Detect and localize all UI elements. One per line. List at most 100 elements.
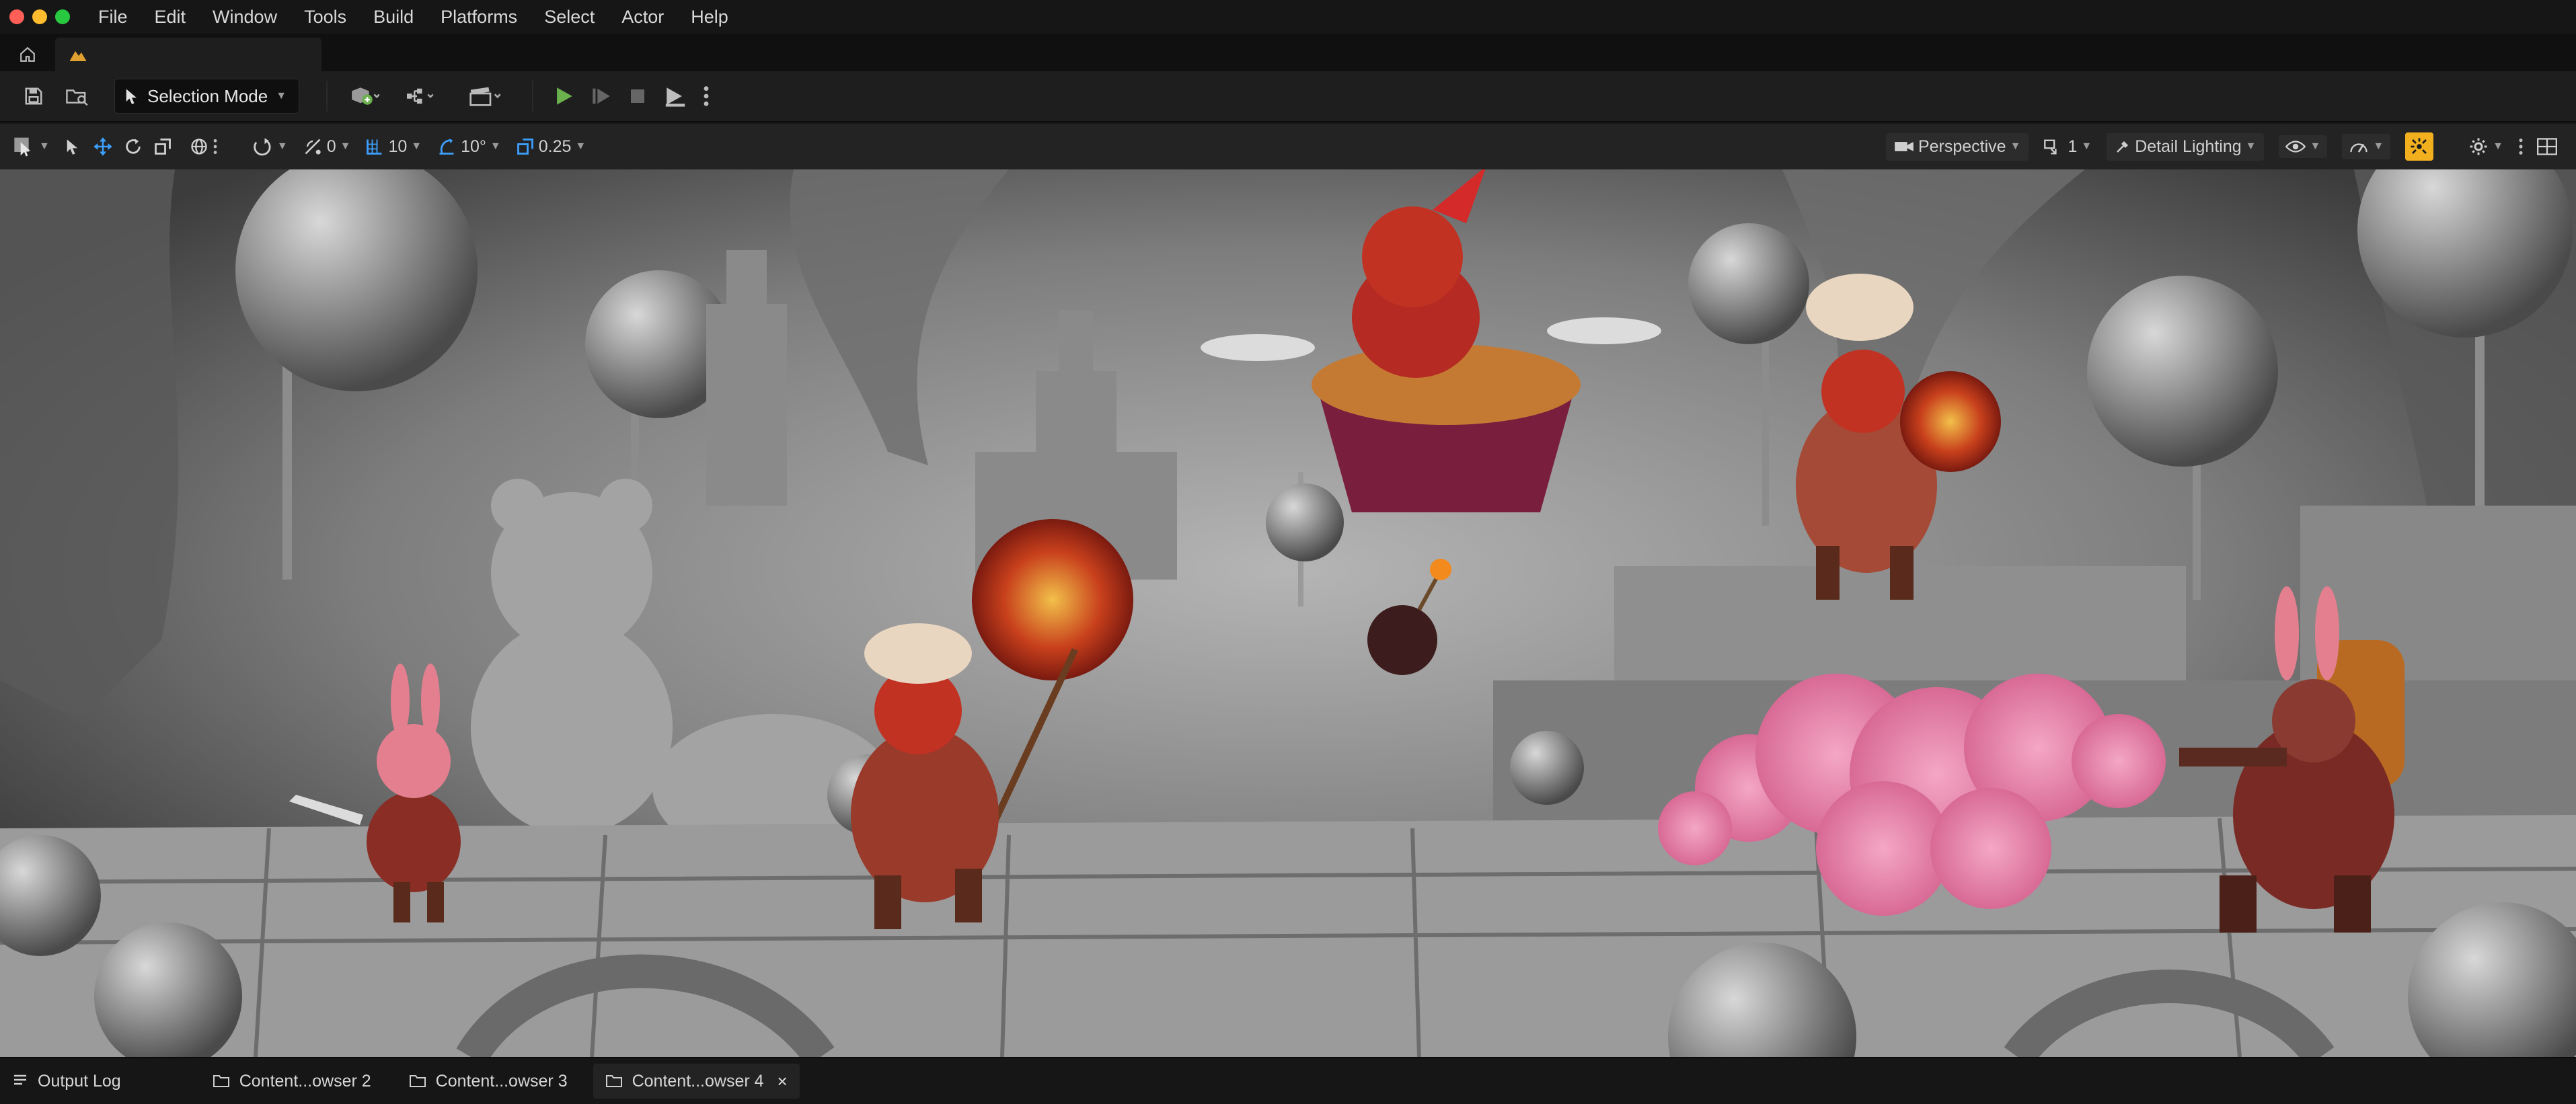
translate-icon[interactable] (93, 136, 113, 157)
menu-select[interactable]: Select (540, 4, 599, 30)
camera-speed-dropdown[interactable]: 1 ▼ (2043, 137, 2092, 157)
viewport-options-button[interactable]: ▼ (13, 136, 50, 157)
zoom-window-button[interactable] (55, 9, 70, 24)
save-button[interactable] (12, 79, 55, 114)
scale-snap-icon (517, 139, 533, 155)
advance-frame-icon[interactable] (590, 85, 613, 108)
blueprints-button[interactable] (395, 79, 446, 114)
content-browser-3-label: Content...owser 3 (435, 1071, 568, 1091)
viewport-layout-icon[interactable] (2537, 138, 2557, 155)
realtime-toggle[interactable] (2405, 132, 2434, 161)
menu-window[interactable]: Window (209, 4, 281, 30)
output-log-tab[interactable]: Output Log (0, 1064, 133, 1099)
lighting-icon (2117, 141, 2129, 153)
content-browser-2-label: Content...owser 2 (239, 1071, 371, 1091)
output-log-icon (14, 1074, 26, 1085)
folder-icon (605, 1075, 622, 1087)
perspective-dropdown[interactable]: Perspective ▼ (1885, 132, 2029, 161)
chevron-down-icon: ▼ (2081, 141, 2092, 152)
clapperboard-icon (469, 87, 501, 106)
scale-snap-button[interactable]: 0.25 ▼ (516, 137, 586, 157)
document-tab-row (0, 34, 2576, 71)
selection-mode-dropdown[interactable]: Selection Mode ▼ (114, 79, 300, 114)
menu-platforms[interactable]: Platforms (437, 4, 521, 30)
select-tool-icon (14, 137, 31, 157)
rotate-icon[interactable] (124, 137, 143, 156)
perspective-label: Perspective (1918, 136, 2006, 156)
chevron-down-icon: ▼ (575, 141, 586, 152)
chevron-down-icon: ▼ (2493, 141, 2503, 152)
window-controls (9, 9, 70, 24)
select-arrow-icon[interactable] (65, 138, 81, 155)
chevron-down-icon: ▼ (39, 141, 50, 152)
level-viewport[interactable] (0, 169, 2576, 1057)
minimize-window-button[interactable] (32, 9, 47, 24)
home-tab[interactable] (0, 38, 55, 71)
angle-snap-icon (439, 139, 454, 155)
stop-icon[interactable] (628, 86, 648, 106)
menu-edit[interactable]: Edit (151, 4, 190, 30)
level-icon (70, 51, 86, 61)
scene-render (0, 169, 2576, 1057)
more-options-icon (213, 139, 217, 155)
view-mode-label: Detail Lighting (2135, 136, 2242, 156)
menu-tools[interactable]: Tools (300, 4, 350, 30)
cinematics-button[interactable] (458, 79, 512, 114)
close-window-button[interactable] (9, 9, 24, 24)
add-actor-button[interactable] (338, 79, 389, 114)
menu-build[interactable]: Build (369, 4, 418, 30)
scale-snap-value: 0.25 (538, 136, 572, 156)
settings-dropdown[interactable]: ▼ (2468, 136, 2503, 157)
level-tab[interactable] (55, 38, 321, 71)
chevron-down-icon: ▼ (411, 141, 422, 152)
home-icon (20, 46, 35, 62)
view-mode-dropdown[interactable]: Detail Lighting ▼ (2107, 132, 2265, 161)
main-toolbar: Selection Mode ▼ (0, 71, 2576, 122)
viewport-toolbar: ▼ ▼ 0 ▼ 10 ▼ 10° ▼ 0.25 ▼ Perspective ▼ … (0, 124, 2576, 169)
chevron-down-icon: ▼ (490, 141, 501, 152)
more-options-icon[interactable] (703, 85, 710, 108)
scale-icon[interactable] (153, 137, 172, 156)
content-browser-4-tab[interactable]: Content...owser 4 × (593, 1064, 800, 1099)
grid-snap-value: 10 (388, 136, 408, 156)
folder-search-icon (66, 89, 88, 106)
gauge-icon (2350, 143, 2368, 153)
save-icon (25, 87, 42, 105)
play-icon[interactable] (552, 85, 575, 108)
close-icon[interactable]: × (778, 1071, 788, 1092)
surface-snap-icon (254, 138, 271, 156)
content-browser-4-label: Content...owser 4 (632, 1071, 764, 1091)
browse-content-button[interactable] (55, 79, 98, 114)
surface-snap-button[interactable]: ▼ (253, 137, 288, 156)
menu-actor[interactable]: Actor (617, 4, 668, 30)
rotation-snap-button[interactable]: 0 ▼ (303, 136, 351, 157)
more-options-icon[interactable] (2518, 137, 2524, 156)
cursor-icon (126, 89, 137, 104)
realtime-icon (2411, 138, 2427, 154)
grid-snap-button[interactable]: 10 ▼ (365, 137, 422, 157)
menu-bar: File Edit Window Tools Build Platforms S… (0, 0, 2576, 34)
status-bar: Output Log Content...owser 2 Content...o… (0, 1057, 2576, 1104)
rotation-snap-value: 0 (326, 136, 336, 156)
chevron-down-icon: ▼ (276, 141, 288, 152)
chevron-down-icon: ▼ (2010, 141, 2021, 152)
folder-icon (409, 1075, 426, 1087)
content-browser-2-tab[interactable]: Content...owser 2 (200, 1064, 383, 1099)
toolbar-separator (326, 81, 328, 112)
angle-snap-button[interactable]: 10° ▼ (437, 137, 501, 157)
performance-dropdown[interactable]: ▼ (2342, 134, 2391, 159)
content-browser-3-tab[interactable]: Content...owser 3 (397, 1064, 580, 1099)
selection-mode-label: Selection Mode (147, 85, 268, 106)
camera-speed-value: 1 (2068, 136, 2078, 156)
show-flags-dropdown[interactable]: ▼ (2279, 135, 2328, 158)
menu-help[interactable]: Help (687, 4, 732, 30)
output-log-label: Output Log (38, 1071, 121, 1091)
camera-speed-icon (2044, 139, 2057, 155)
chevron-down-icon: ▼ (2245, 141, 2257, 152)
angle-snap-value: 10° (461, 136, 486, 156)
coordinate-space-button[interactable] (190, 137, 218, 156)
eject-icon[interactable] (662, 85, 688, 108)
chevron-down-icon: ▼ (340, 141, 351, 152)
chevron-down-icon: ▼ (2373, 141, 2384, 152)
menu-file[interactable]: File (94, 4, 132, 30)
